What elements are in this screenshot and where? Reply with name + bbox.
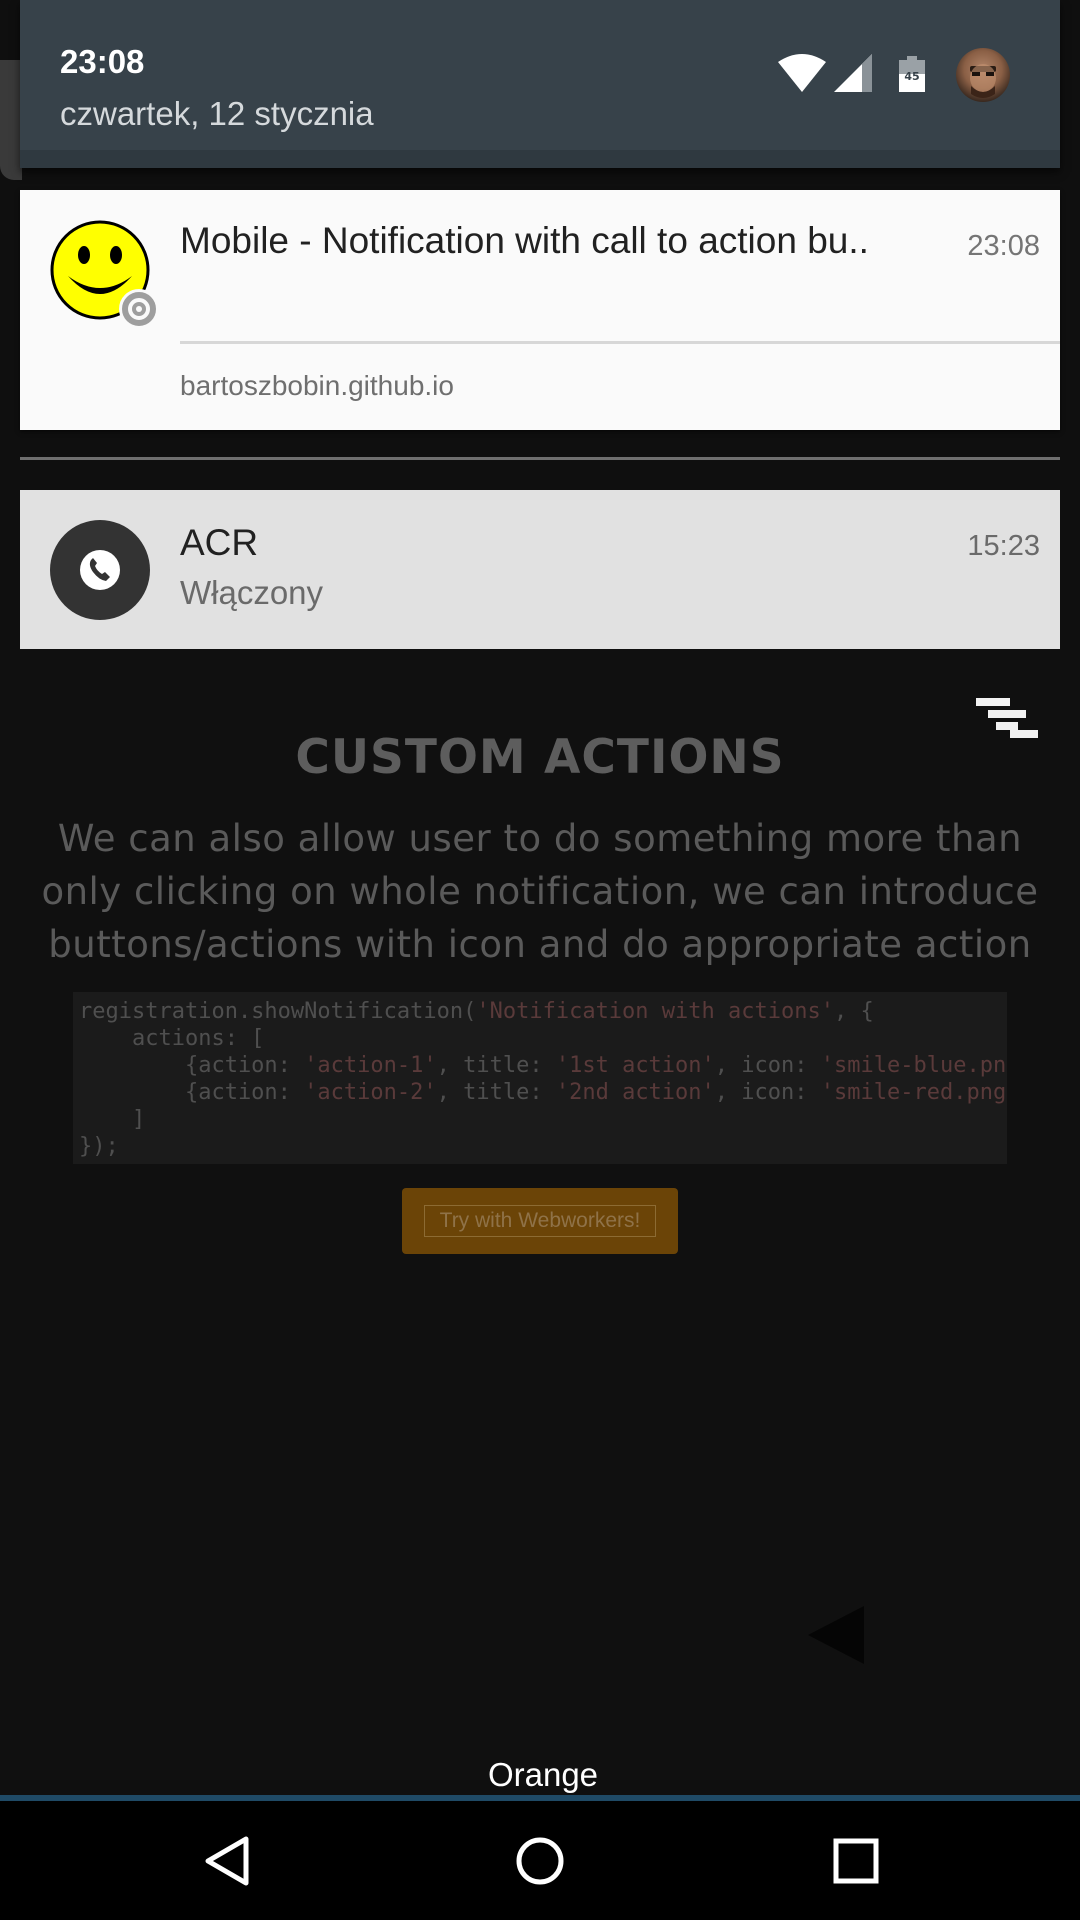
shade-edge — [0, 60, 22, 180]
notification-title: Mobile - Notification with call to actio… — [180, 220, 869, 261]
play-icon — [808, 1606, 864, 1664]
web-notification[interactable]: Mobile - Notification with call to actio… — [20, 190, 1060, 430]
page-paragraph: We can also allow user to do something m… — [41, 817, 1039, 966]
back-icon — [205, 1836, 249, 1886]
try-webworkers-button[interactable]: Try with Webworkers! — [402, 1188, 678, 1254]
section-divider — [20, 457, 1060, 460]
code-line: {action: 'action-2', title: '2nd action'… — [79, 1080, 1007, 1105]
signal-icon — [834, 54, 872, 92]
android-screen: CUSTOM ACTIONS We can also allow user to… — [0, 0, 1080, 1920]
notification-time: 15:23 — [967, 530, 1040, 562]
user-avatar[interactable] — [956, 48, 1010, 102]
notification-title: ACR — [180, 522, 259, 563]
carrier-label: Orange — [487, 1756, 599, 1793]
code-line: actions: [ — [79, 1026, 265, 1051]
notification-source: bartoszbobin.github.io — [180, 370, 454, 401]
code-line: registration.showNotification('Notificat… — [79, 999, 874, 1024]
page-heading: CUSTOM ACTIONS — [295, 730, 785, 785]
home-button[interactable] — [470, 1801, 610, 1920]
code-line: {action: 'action-1', title: '1st action'… — [79, 1053, 1007, 1078]
browser-badge-icon — [119, 289, 159, 329]
home-icon — [516, 1837, 564, 1885]
clock: 23:08 — [60, 43, 145, 80]
code-line: ] — [79, 1107, 146, 1132]
notification-divider — [180, 341, 1060, 344]
date-label: czwartek, 12 stycznia — [60, 95, 374, 132]
wifi-icon — [778, 54, 826, 92]
battery-level: 45 — [904, 70, 920, 83]
navigation-bar — [0, 1801, 1080, 1920]
quick-settings-header-strip — [20, 150, 1060, 168]
phone-icon — [80, 550, 120, 590]
battery-icon: 45 — [899, 56, 925, 92]
phone-icon-container — [50, 520, 150, 620]
notification-time: 23:08 — [967, 230, 1040, 262]
code-line: }); — [79, 1134, 119, 1159]
recents-icon — [833, 1838, 879, 1884]
notification-subtitle: Włączony — [180, 574, 324, 611]
acr-notification[interactable]: ACR Włączony 15:23 — [20, 490, 1060, 649]
back-button[interactable] — [158, 1801, 298, 1920]
recents-button[interactable] — [786, 1801, 926, 1920]
try-webworkers-label: Try with Webworkers! — [424, 1205, 656, 1237]
code-block: registration.showNotification('Notificat… — [73, 992, 1007, 1164]
